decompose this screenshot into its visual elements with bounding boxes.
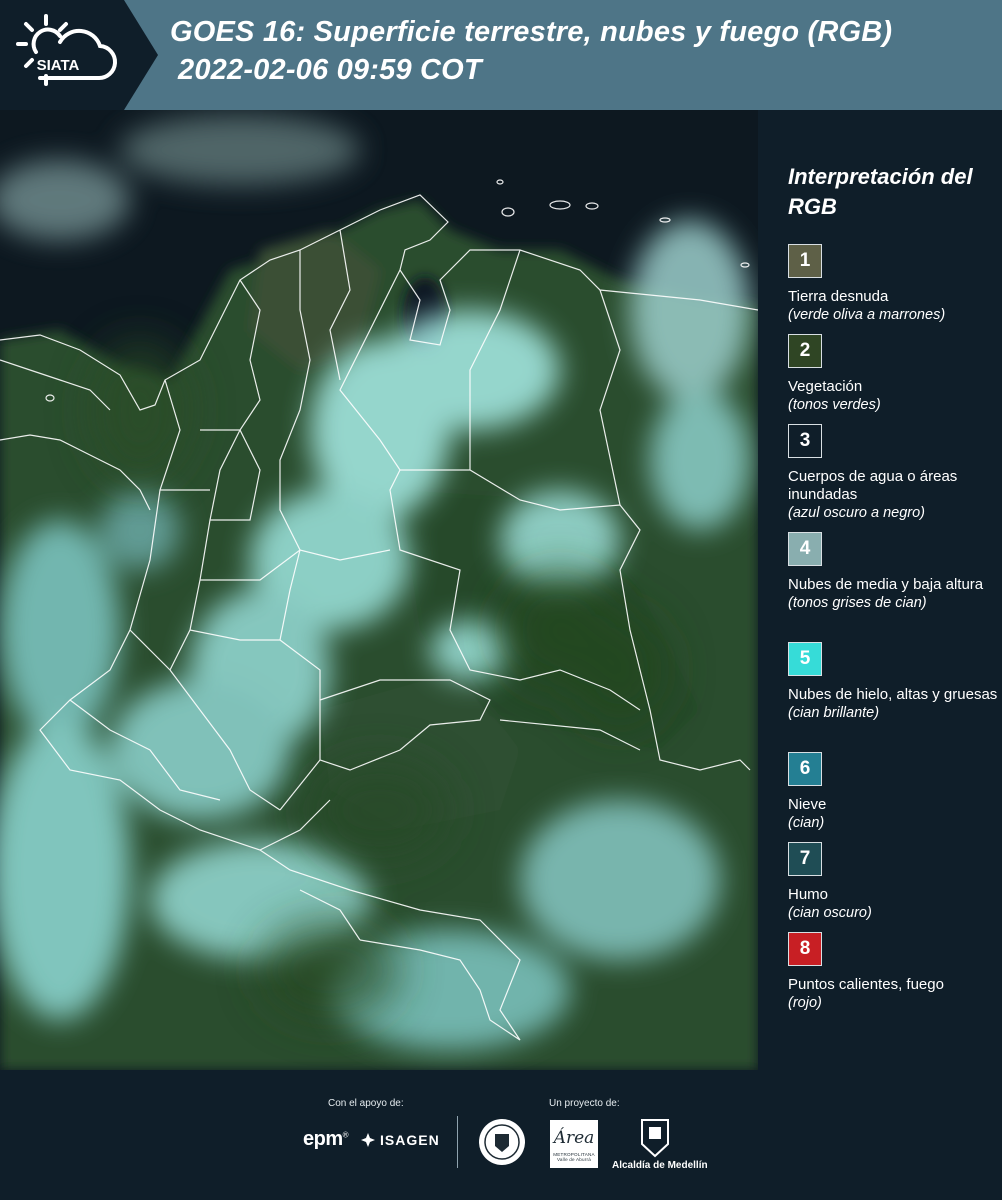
legend-sublabel: (tonos grises de cian) — [788, 595, 927, 611]
legend-label: Nubes de hielo, altas y gruesas — [788, 686, 998, 703]
rgb-legend: Interpretación del RGB 1 Tierra desnuda … — [768, 110, 1002, 1070]
legend-label: Tierra desnuda — [788, 288, 889, 305]
colombia-satellite-map[interactable] — [0, 110, 758, 1070]
legend-sublabel: (azul oscuro a negro) — [788, 505, 926, 521]
legend-label: Nubes de media y baja altura — [788, 576, 984, 593]
legend-swatch: 6 — [788, 752, 822, 786]
legend-sublabel: (rojo) — [788, 995, 822, 1011]
legend-label: Humo — [788, 886, 829, 903]
legend-swatch: 7 — [788, 842, 822, 876]
support-label: Con el apoyo de: — [328, 1098, 404, 1109]
legend-sublabel: (tonos verdes) — [788, 397, 881, 413]
legend-sublabel: (cian brillante) — [788, 705, 880, 721]
legend-title: Interpretación del RGB — [788, 164, 973, 219]
medellin-shield-icon[interactable] — [640, 1118, 670, 1158]
satellite-image — [0, 110, 758, 1070]
legend-sublabel: (cian) — [788, 815, 825, 831]
footer-divider — [457, 1116, 458, 1168]
legend-item-smoke: 7 Humo (cian oscuro) — [788, 842, 998, 923]
epm-logo[interactable]: epm® — [303, 1128, 349, 1151]
area-metropolitana-logo[interactable]: Área METROPOLITANA Valle de Aburrá — [550, 1120, 598, 1168]
isagen-logo[interactable]: ISAGEN — [360, 1132, 440, 1148]
sun-cloud-icon: SIATA — [16, 14, 117, 86]
legend-item-water: 3 Cuerpos de agua o áreas inundadas (azu… — [788, 424, 998, 523]
siata-logo[interactable]: SIATA — [0, 0, 158, 110]
legend-item-low-clouds: 4 Nubes de media y baja altura (tonos gr… — [788, 532, 998, 613]
legend-swatch: 3 — [788, 424, 822, 458]
medellin-label: Alcaldía de Medellín — [612, 1160, 708, 1171]
legend-sublabel: (verde oliva a marrones) — [788, 307, 946, 323]
legend-swatch: 2 — [788, 334, 822, 368]
legend-label: Puntos calientes, fuego — [788, 976, 944, 993]
legend-swatch: 5 — [788, 642, 822, 676]
legend-label: Cuerpos de agua o áreas inundadas — [788, 468, 958, 503]
svg-text:SIATA: SIATA — [37, 57, 80, 74]
university-seal-icon[interactable] — [478, 1118, 526, 1166]
header-bar: SIATA GOES 16: Superficie terrestre, nub… — [0, 0, 1002, 110]
legend-label: Vegetación — [788, 378, 863, 395]
legend-label: Nieve — [788, 796, 827, 813]
legend-swatch: 4 — [788, 532, 822, 566]
legend-item-bare-land: 1 Tierra desnuda (verde oliva a marrones… — [788, 244, 998, 325]
legend-item-ice-clouds: 5 Nubes de hielo, altas y gruesas (cian … — [788, 642, 998, 723]
page-title: GOES 16: Superficie terrestre, nubes y f… — [170, 16, 893, 48]
legend-item-snow: 6 Nieve (cian) — [788, 752, 998, 833]
legend-swatch: 8 — [788, 932, 822, 966]
legend-swatch: 1 — [788, 244, 822, 278]
timestamp: 2022-02-06 09:59 COT — [178, 54, 482, 86]
footer: Con el apoyo de: Un proyecto de: epm® IS… — [0, 1070, 1002, 1200]
legend-item-vegetation: 2 Vegetación (tonos verdes) — [788, 334, 998, 415]
project-label: Un proyecto de: — [549, 1098, 620, 1109]
legend-item-fire: 8 Puntos calientes, fuego (rojo) — [788, 932, 998, 1013]
legend-sublabel: (cian oscuro) — [788, 905, 872, 921]
isagen-icon — [361, 1133, 375, 1147]
